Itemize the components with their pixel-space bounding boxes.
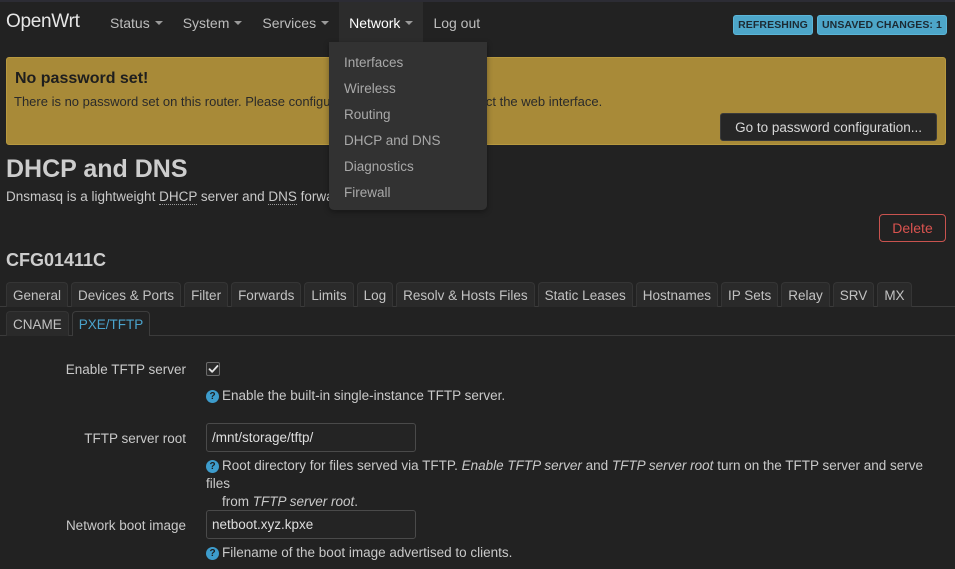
top-navbar: OpenWrt Status System Services Network L…	[0, 0, 955, 44]
unsaved-changes-badge[interactable]: UNSAVED CHANGES: 1	[816, 15, 947, 35]
menu-item-diagnostics[interactable]: Diagnostics	[329, 153, 487, 179]
help-question-icon: ?	[206, 460, 219, 473]
nav-system-label: System	[182, 15, 230, 31]
main-nav: Status System Services Network Log out	[100, 2, 490, 44]
tab-filter[interactable]: Filter	[184, 282, 229, 307]
page-description: Dnsmasq is a lightweight DHCP server and…	[6, 189, 361, 205]
status-badges: REFRESHING UNSAVED CHANGES: 1	[733, 15, 947, 35]
checkmark-icon	[208, 365, 219, 373]
help-text: Filename of the boot image advertised to…	[222, 545, 513, 560]
help-question-icon: ?	[206, 547, 219, 560]
network-dropdown-menu: Interfaces Wireless Routing DHCP and DNS…	[329, 42, 487, 210]
help-emphasis: Enable TFTP server	[461, 458, 582, 473]
tab-forwards[interactable]: Forwards	[231, 282, 302, 307]
nav-network[interactable]: Network	[339, 2, 424, 44]
nav-network-label: Network	[349, 15, 401, 31]
tab-static-leases[interactable]: Static Leases	[537, 282, 633, 307]
menu-item-firewall[interactable]: Firewall	[329, 179, 487, 205]
alert-text: There is no password set on this router.…	[14, 94, 603, 109]
menu-item-dhcp-dns[interactable]: DHCP and DNS	[329, 127, 487, 153]
caret-down-icon	[234, 21, 243, 25]
nav-status[interactable]: Status	[100, 2, 173, 44]
help-text: Enable the built-in single-instance TFTP…	[222, 388, 506, 403]
help-text: Root directory for files served via TFTP…	[222, 458, 462, 473]
refreshing-badge[interactable]: REFRESHING	[733, 15, 813, 35]
tab-relay[interactable]: Relay	[781, 282, 830, 307]
enable-tftp-help: ? Enable the built-in single-instance TFT…	[206, 387, 505, 405]
abbr-dns: DNS	[268, 189, 297, 205]
abbr-dhcp: DHCP	[159, 189, 198, 205]
menu-item-wireless[interactable]: Wireless	[329, 75, 487, 101]
nav-logout-label: Log out	[433, 15, 481, 31]
page-title: DHCP and DNS	[6, 155, 188, 183]
help-text: .	[354, 494, 359, 509]
desc-text: server and	[197, 189, 269, 204]
tab-cname[interactable]: CNAME	[6, 311, 69, 336]
delete-button[interactable]: Delete	[879, 214, 946, 242]
help-emphasis: TFTP server root	[611, 458, 714, 473]
caret-down-icon	[321, 21, 330, 25]
section-title: CFG01411C	[6, 250, 107, 270]
enable-tftp-checkbox[interactable]	[206, 362, 220, 376]
tab-srv[interactable]: SRV	[832, 282, 875, 307]
tab-hostnames[interactable]: Hostnames	[635, 282, 718, 307]
tab-mx[interactable]: MX	[877, 282, 912, 307]
boot-image-label: Network boot image	[65, 518, 186, 533]
tftp-root-input[interactable]	[206, 423, 416, 452]
help-emphasis: TFTP server root	[252, 494, 355, 509]
tab-log[interactable]: Log	[356, 282, 394, 307]
alert-title: No password set!	[15, 70, 149, 87]
caret-down-icon	[154, 21, 163, 25]
boot-image-help: ? Filename of the boot image advertised t…	[206, 544, 512, 562]
tab-row-1: General Devices & Ports Filter Forwards …	[4, 282, 912, 307]
nav-services[interactable]: Services	[252, 2, 339, 44]
tab-general[interactable]: General	[6, 282, 69, 307]
tab-devices-ports[interactable]: Devices & Ports	[71, 282, 182, 307]
menu-item-interfaces[interactable]: Interfaces	[329, 49, 487, 75]
desc-text: Dnsmasq is a lightweight	[6, 189, 160, 204]
tab-resolv-hosts[interactable]: Resolv & Hosts Files	[396, 282, 535, 307]
tab-pxe-tftp[interactable]: PXE/TFTP	[71, 311, 151, 336]
tab-row-2: CNAME PXE/TFTP	[4, 311, 151, 336]
password-config-button[interactable]: Go to password configuration...	[720, 113, 937, 141]
help-text: and	[581, 458, 612, 473]
nav-services-label: Services	[262, 15, 317, 31]
brand-logo[interactable]: OpenWrt	[6, 11, 80, 33]
caret-down-icon	[405, 21, 414, 25]
help-question-icon: ?	[206, 390, 219, 403]
menu-item-routing[interactable]: Routing	[329, 101, 487, 127]
tab-limits[interactable]: Limits	[304, 282, 354, 307]
nav-system[interactable]: System	[173, 2, 253, 44]
help-text: from	[222, 494, 253, 509]
tab-ip-sets[interactable]: IP Sets	[721, 282, 779, 307]
help-line-2: from TFTP server root.	[206, 493, 946, 511]
nav-logout[interactable]: Log out	[423, 2, 490, 44]
enable-tftp-label: Enable TFTP server	[65, 362, 186, 377]
boot-image-input[interactable]	[206, 510, 416, 539]
tftp-root-label: TFTP server root	[84, 431, 186, 446]
tftp-root-help: ? Root directory for files served via TFT…	[206, 457, 946, 511]
nav-status-label: Status	[110, 15, 150, 31]
